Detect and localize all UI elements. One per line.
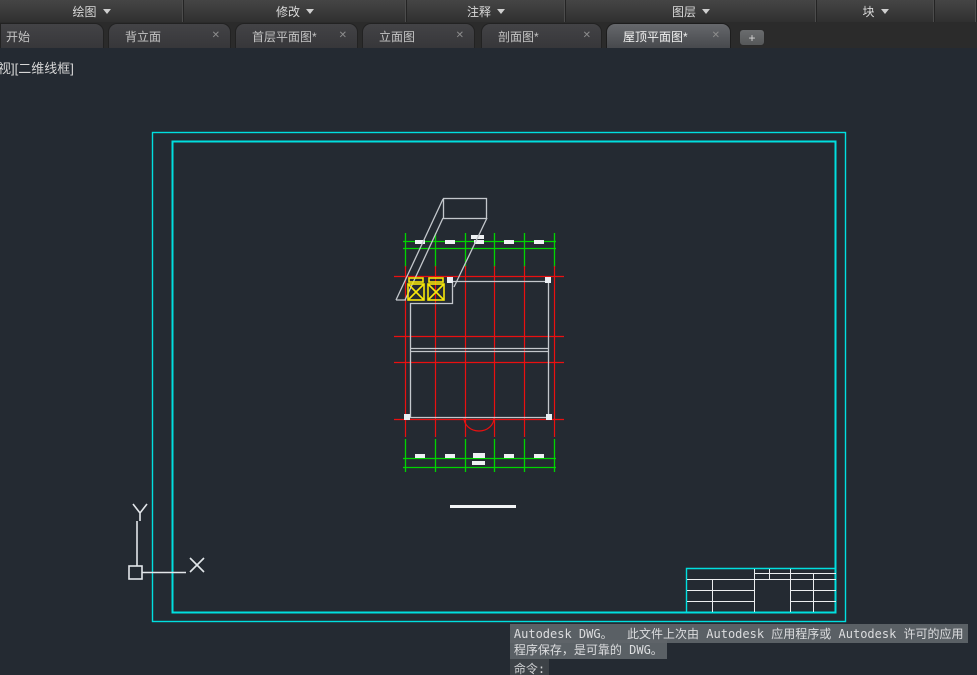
ucs-x-axis-label xyxy=(189,557,205,573)
ucs-y-axis-label xyxy=(132,503,148,521)
title-block xyxy=(685,567,836,613)
command-prompt-input[interactable]: 命令: xyxy=(481,663,549,675)
autocad-window: 绘图 修改 注释 图层 块 开始 背立面 首层平面图* xyxy=(0,0,977,675)
dimension-lines-green xyxy=(403,233,556,472)
model-space-canvas[interactable] xyxy=(0,0,977,675)
ramp-top xyxy=(442,197,488,220)
scale-bar xyxy=(450,505,516,508)
roof-outline xyxy=(395,197,550,419)
ucs-icon xyxy=(128,503,205,580)
interior-wall xyxy=(410,347,549,353)
column-blocks-yellow xyxy=(407,277,445,301)
drawing-frame xyxy=(151,131,847,623)
